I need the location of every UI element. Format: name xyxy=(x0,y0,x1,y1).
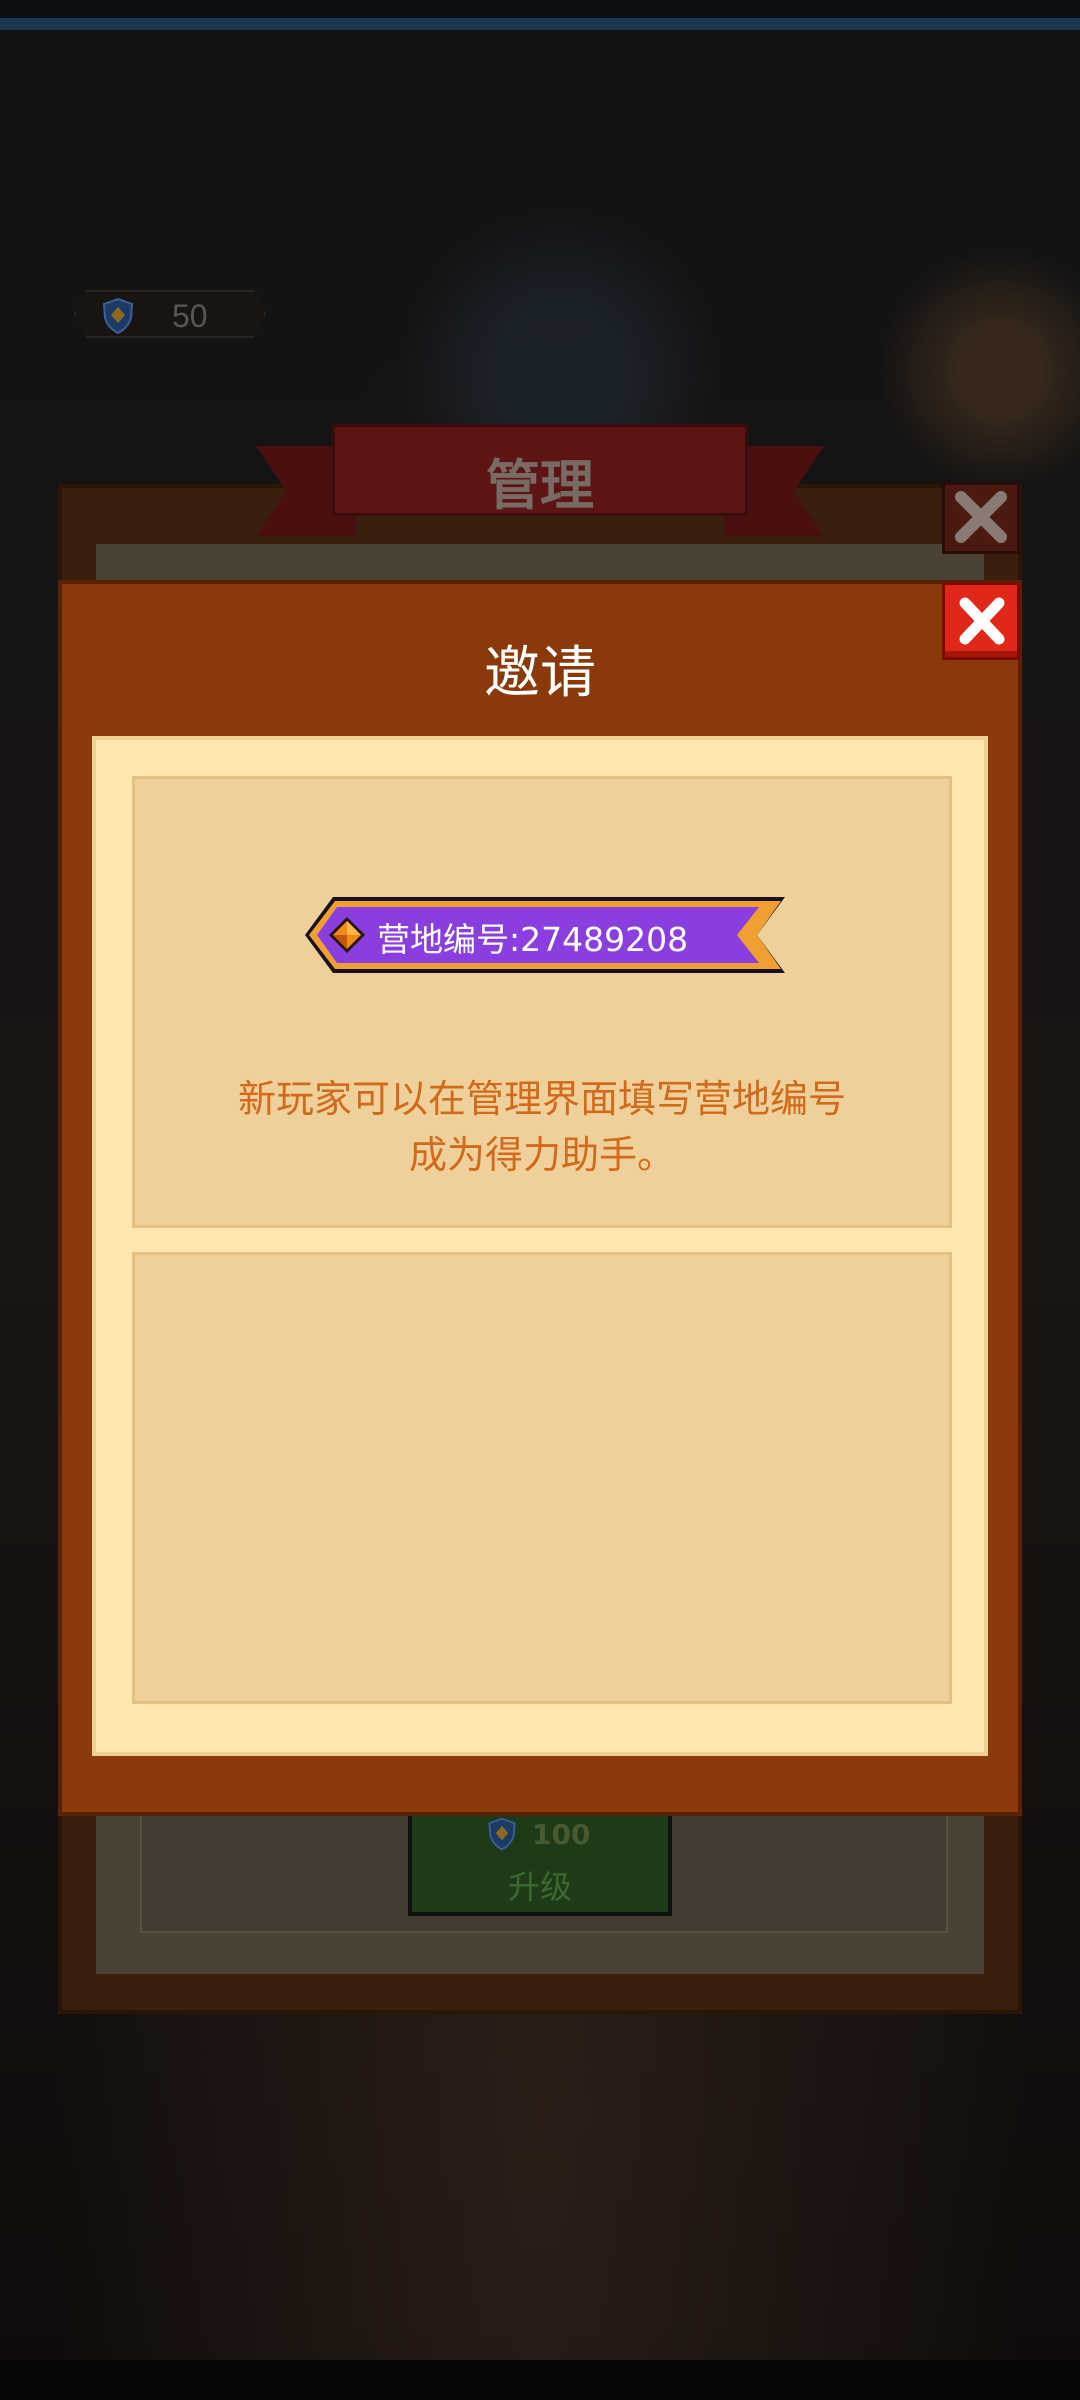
invite-description-line1: 新玩家可以在管理界面填写营地编号 xyxy=(237,1077,846,1121)
upgrade-price: 100 xyxy=(532,1818,591,1851)
invite-list-section xyxy=(132,1252,952,1704)
currency-badge: 50 xyxy=(74,290,266,338)
status-bar xyxy=(0,0,1080,30)
manage-title: 管理 xyxy=(486,454,594,517)
invite-description-line2: 成为得力助手。 xyxy=(408,1133,675,1177)
shield-gem-icon xyxy=(488,1817,516,1851)
navigation-bar xyxy=(0,2360,1080,2400)
upgrade-button[interactable]: 100 升级 xyxy=(408,1812,672,1916)
diamond-gem-icon xyxy=(329,917,365,953)
camp-id-banner: 营地编号:27489208 xyxy=(305,897,785,973)
camp-id-text: 营地编号:27489208 xyxy=(377,920,689,959)
close-x-icon xyxy=(959,597,1005,645)
invite-dialog: 邀请 营地编号:27489208 新玩家可以在管理界面填写营地编号 成为得力助手… xyxy=(58,580,1022,1816)
currency-amount: 50 xyxy=(172,298,208,334)
shield-gem-icon xyxy=(102,297,134,335)
invite-title: 邀请 xyxy=(484,641,596,706)
invite-close-button[interactable] xyxy=(942,582,1020,660)
invite-description: 新玩家可以在管理界面填写营地编号 成为得力助手。 xyxy=(135,1071,949,1183)
ribbon-main: 管理 xyxy=(332,424,748,517)
close-x-icon xyxy=(955,491,1007,543)
manage-close-button[interactable] xyxy=(942,482,1020,554)
invite-paper: 营地编号:27489208 新玩家可以在管理界面填写营地编号 成为得力助手。 xyxy=(92,736,988,1756)
manage-title-ribbon: 管理 xyxy=(256,424,824,536)
upgrade-label: 升级 xyxy=(507,1868,572,1906)
invite-info-section: 营地编号:27489208 新玩家可以在管理界面填写营地编号 成为得力助手。 xyxy=(132,776,952,1228)
